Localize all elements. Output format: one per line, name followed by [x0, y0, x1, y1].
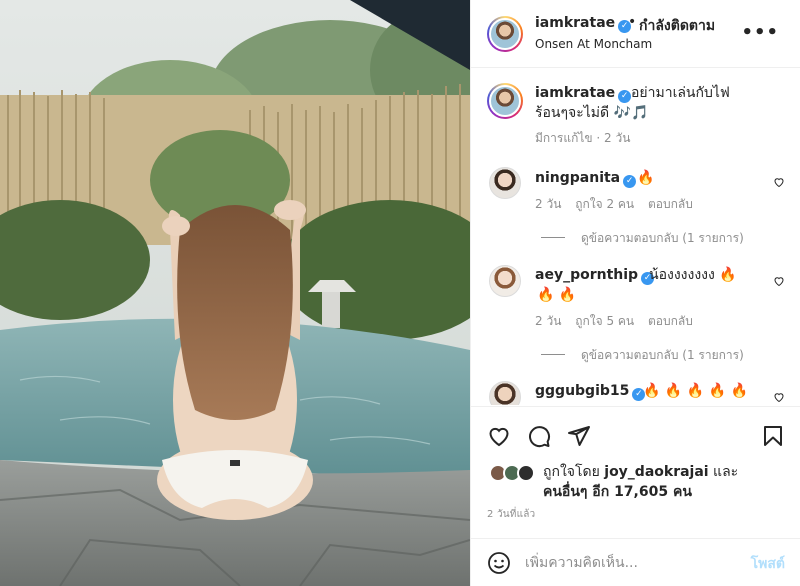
heart-icon[interactable] [773, 391, 785, 403]
post-side-panel: iamkratae ✓ • กำลังติดตาม Onsen At Moncha… [470, 0, 800, 586]
comment-username[interactable]: gggubgib15 ✓ [535, 383, 646, 401]
likes-count[interactable]: คนอื่นๆ อีก 17,605 คน [543, 484, 692, 500]
likes-and: และ [708, 464, 739, 480]
comment-likes[interactable]: ถูกใจ 5 คน [575, 314, 634, 328]
header-separator: • [628, 14, 637, 30]
action-bar [471, 406, 800, 466]
post-image [0, 0, 470, 586]
comment-username[interactable]: aey_pornthip ✓ [535, 267, 655, 285]
following-button[interactable]: กำลังติดตาม [639, 15, 715, 37]
comment-icon[interactable] [527, 424, 551, 448]
comment-text: น้องงงงงงง 🔥 [649, 267, 737, 283]
verified-icon: ✓ [618, 90, 632, 103]
caption-text-line2: ร้อนๆจะไม่ดี 🎶🎵 [535, 105, 649, 121]
caption-text-line1: อย่ามาเล่นกับไฟ [631, 85, 730, 101]
liker-username[interactable]: joy_daokrajai [604, 464, 708, 480]
comment-username[interactable]: ningpanita ✓ [535, 170, 637, 188]
bookmark-icon[interactable] [761, 424, 785, 448]
more-icon[interactable]: ••• [741, 22, 779, 43]
commenter-avatar[interactable] [489, 381, 521, 405]
comment-text: 🔥 [637, 170, 655, 186]
comment-text-line2: 🔥 🔥 [537, 287, 577, 303]
comment-time[interactable]: 2 วัน [535, 314, 561, 328]
commenter-avatar[interactable] [489, 167, 521, 199]
comment-input[interactable] [525, 551, 725, 575]
likes-summary: ถูกใจโดย joy_daokrajai และ คนอื่นๆ อีก 1… [471, 462, 800, 506]
post-comment-button[interactable]: โพสต์ [751, 553, 785, 575]
comment-time[interactable]: 2 วัน [535, 197, 561, 211]
caption-avatar[interactable] [487, 83, 523, 119]
comment-meta: 2 วัน ถูกใจ 2 คน ตอบกลับ [535, 195, 703, 214]
heart-icon[interactable] [487, 424, 511, 448]
comment-text: 🔥 🔥 🔥 🔥 🔥 [643, 383, 748, 399]
verified-icon: ✓ [623, 175, 637, 188]
view-replies-button[interactable]: ดูข้อความตอบกลับ (1 รายการ) [541, 346, 744, 365]
comment-meta: 2 วัน ถูกใจ 5 คน ตอบกลับ [535, 312, 703, 331]
share-icon[interactable] [567, 424, 591, 448]
location-link[interactable]: Onsen At Moncham [535, 37, 652, 51]
smile-icon[interactable] [487, 551, 511, 575]
comments-list[interactable]: iamkratae ✓ อย่ามาเล่นกับไฟ ร้อนๆจะไม่ดี … [471, 69, 800, 405]
likes-prefix: ถูกใจโดย [543, 464, 605, 480]
commenter-avatar[interactable] [489, 265, 521, 297]
comment-likes[interactable]: ถูกใจ 2 คน [575, 197, 634, 211]
post-header: iamkratae ✓ • กำลังติดตาม Onsen At Moncha… [471, 0, 800, 68]
likes-text: ถูกใจโดย joy_daokrajai และ คนอื่นๆ อีก 1… [543, 462, 793, 502]
post-timestamp[interactable]: 2 วันที่แล้ว [487, 507, 535, 522]
view-replies-button[interactable]: ดูข้อความตอบกลับ (1 รายการ) [541, 229, 744, 248]
post-photo[interactable] [0, 0, 470, 586]
caption-meta: มีการแก้ไข · 2 วัน [535, 131, 631, 145]
reply-button[interactable]: ตอบกลับ [648, 314, 693, 328]
caption-username[interactable]: iamkratae ✓ [535, 85, 632, 103]
author-username[interactable]: iamkratae ✓ [535, 15, 632, 33]
author-avatar[interactable] [487, 16, 523, 52]
add-comment-bar: โพสต์ [471, 538, 800, 586]
heart-icon[interactable] [773, 176, 785, 188]
heart-icon[interactable] [773, 275, 785, 287]
reply-button[interactable]: ตอบกลับ [648, 197, 693, 211]
